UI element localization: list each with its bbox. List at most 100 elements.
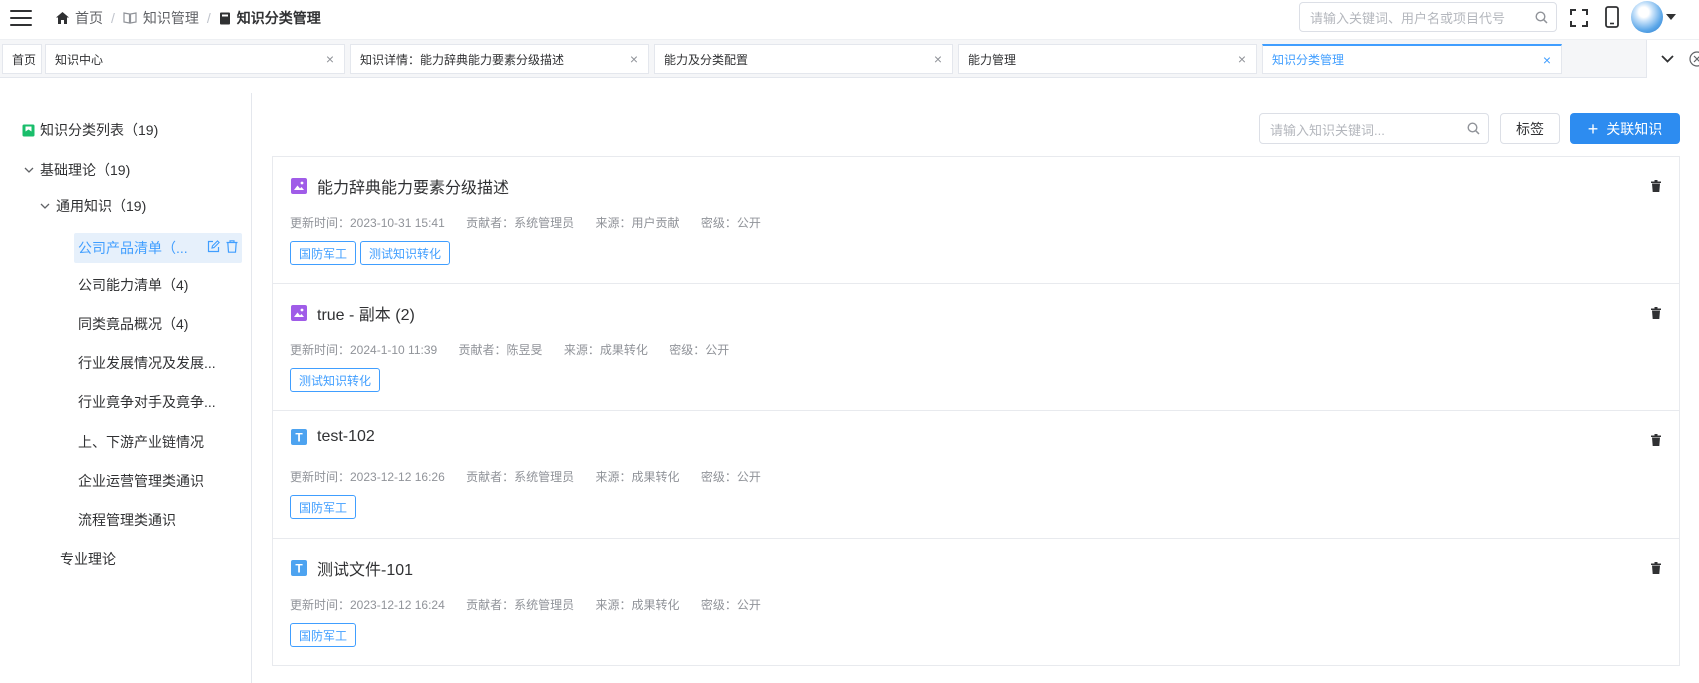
knowledge-card[interactable]: true - 副本 (2) 更新时间：2024-1-10 11:39 贡献者：陈… (272, 283, 1680, 411)
card-title[interactable]: T test-102 (291, 428, 375, 446)
tag[interactable]: 测试知识转化 (360, 241, 451, 265)
chevron-down-icon[interactable] (1661, 55, 1674, 63)
contributor: 贡献者：系统管理员 (466, 470, 575, 484)
tree-node-competitor-products[interactable]: 同类竟品概况（4) (78, 310, 188, 338)
knowledge-card[interactable]: T 测试文件-101 更新时间：2023-12-12 16:24 贡献者：系统管… (272, 538, 1680, 666)
contributor: 贡献者：系统管理员 (466, 598, 575, 612)
tree-node-label: 通用知识（19) (56, 198, 147, 214)
card-title-text: 能力辞典能力要素分级描述 (317, 180, 510, 197)
close-icon[interactable]: × (630, 52, 638, 66)
tree-root[interactable]: 知识分类列表（19) (22, 116, 158, 144)
breadcrumb-home[interactable]: 首页 (56, 8, 103, 28)
breadcrumb: 首页 / 知识管理 / 知识分类管理 (56, 0, 321, 36)
close-icon[interactable]: × (934, 52, 942, 66)
delete-icon[interactable] (226, 240, 238, 253)
search-icon[interactable] (1467, 122, 1480, 135)
card-tags: 测试知识转化 (290, 368, 381, 392)
updated-time: 更新时间：2023-12-12 16:26 (290, 470, 445, 484)
breadcrumb-separator: / (111, 10, 115, 26)
contributor: 贡献者：陈昱旻 (458, 343, 543, 357)
tree-node-label: 专业理论 (60, 551, 116, 567)
mobile-icon[interactable] (1605, 6, 1619, 28)
tree-node-label: 公司产品清单（... (78, 240, 188, 256)
tab-home[interactable]: 首页 (2, 44, 42, 74)
tag[interactable]: 测试知识转化 (290, 368, 381, 392)
link-knowledge-button[interactable]: + 关联知识 (1570, 113, 1680, 144)
tree-node-company-capabilities[interactable]: 公司能力清单（4) (78, 271, 188, 299)
card-tags: 国防军工 (290, 623, 357, 647)
close-icon[interactable]: × (1543, 53, 1551, 67)
tree-node-operations-management[interactable]: 企业运营管理类通识 (78, 467, 204, 495)
card-title[interactable]: T 测试文件-101 (291, 556, 413, 580)
book-open-icon (123, 12, 137, 24)
trash-icon[interactable] (1651, 562, 1661, 574)
tree-node-professional-theory[interactable]: 专业理论 (60, 545, 116, 573)
close-icon[interactable]: × (1238, 52, 1246, 66)
search-icon[interactable] (1535, 11, 1548, 24)
caret-down-icon[interactable] (1666, 14, 1676, 20)
tab-knowledge-detail[interactable]: 知识详情：能力辞典能力要素分级描述 × (350, 44, 649, 74)
tree-root-label: 知识分类列表（19) (40, 122, 159, 138)
tab-capability-management[interactable]: 能力管理 × (958, 44, 1257, 74)
tree-node-label: 同类竟品概况（4) (78, 316, 189, 332)
tree-node-company-products[interactable]: 公司产品清单（... (74, 233, 242, 263)
fullscreen-icon[interactable] (1570, 9, 1588, 27)
text-icon-letter: T (295, 562, 303, 576)
node-actions (207, 240, 238, 253)
breadcrumb-home-label: 首页 (75, 10, 103, 26)
tree-node-process-management[interactable]: 流程管理类通识 (78, 506, 176, 534)
tag[interactable]: 国防军工 (290, 241, 357, 265)
source: 来源：成果转化 (595, 598, 680, 612)
tree-node-label: 企业运营管理类通识 (78, 473, 204, 489)
home-icon (56, 12, 69, 24)
tag[interactable]: 国防军工 (290, 623, 357, 647)
chevron-down-icon[interactable] (40, 203, 50, 209)
tree-node-label: 基础理论（19) (40, 162, 131, 178)
secret-level: 密级：公开 (700, 470, 761, 484)
breadcrumb-knowledge-management[interactable]: 知识管理 (123, 8, 199, 28)
chevron-down-icon[interactable] (24, 167, 34, 173)
close-all-tabs-icon[interactable] (1689, 51, 1699, 67)
card-title[interactable]: 能力辞典能力要素分级描述 (291, 174, 509, 198)
tag[interactable]: 国防军工 (290, 495, 357, 519)
tree-node-industry-competitors[interactable]: 行业竟争对手及竟争... (78, 388, 216, 416)
tree-node-label: 流程管理类通识 (78, 512, 176, 528)
updated-time: 更新时间：2024-1-10 11:39 (290, 343, 438, 357)
card-meta: 更新时间：2023-12-12 16:26 贡献者：系统管理员 来源：成果转化 … (290, 468, 779, 485)
secret-level: 密级：公开 (700, 216, 761, 230)
knowledge-search-box[interactable] (1259, 113, 1489, 144)
close-icon[interactable]: × (326, 52, 334, 66)
tab-label: 能力及分类配置 (664, 52, 749, 67)
trash-icon[interactable] (1651, 307, 1661, 319)
knowledge-card[interactable]: T test-102 更新时间：2023-12-12 16:26 贡献者：系统管… (272, 410, 1680, 539)
secret-level: 密级：公开 (700, 598, 761, 612)
tab-knowledge-center[interactable]: 知识中心 × (45, 44, 345, 74)
tree-node-supply-chain[interactable]: 上、下游产业链情况 (78, 428, 204, 456)
breadcrumb-knowledge-label: 知识管理 (142, 10, 199, 26)
text-file-icon: T (291, 429, 307, 445)
tree-node-general-knowledge[interactable]: 通用知识（19) (38, 192, 146, 220)
knowledge-card[interactable]: 能力辞典能力要素分级描述 更新时间：2023-10-31 15:41 贡献者：系… (272, 156, 1680, 284)
tree-node-label: 行业竟争对手及竟争... (78, 394, 216, 410)
card-tags: 国防军工 测试知识转化 (290, 241, 451, 265)
menu-toggle-icon[interactable] (10, 10, 32, 28)
breadcrumb-current: 知识分类管理 (219, 8, 321, 28)
tree-node-basic-theory[interactable]: 基础理论（19) (22, 156, 130, 184)
trash-icon[interactable] (1651, 434, 1661, 446)
tag-button[interactable]: 标签 (1500, 113, 1560, 144)
text-icon-letter: T (295, 431, 303, 445)
global-search-input[interactable] (1308, 8, 1534, 28)
tab-knowledge-category-management[interactable]: 知识分类管理 × (1262, 44, 1562, 74)
tab-capability-config[interactable]: 能力及分类配置 × (654, 44, 953, 74)
card-title[interactable]: true - 副本 (2) (291, 301, 415, 325)
tree-node-label: 上、下游产业链情况 (78, 434, 204, 450)
edit-icon[interactable] (207, 240, 220, 253)
image-file-icon (291, 178, 307, 194)
trash-icon[interactable] (1651, 180, 1661, 192)
knowledge-search-input[interactable] (1268, 120, 1462, 140)
source: 来源：用户贡献 (595, 216, 680, 230)
global-search-box[interactable] (1299, 2, 1557, 32)
tab-label: 知识详情：能力辞典能力要素分级描述 (360, 52, 565, 67)
tree-node-industry-development[interactable]: 行业发展情况及发展... (78, 349, 216, 377)
avatar[interactable] (1631, 1, 1663, 33)
